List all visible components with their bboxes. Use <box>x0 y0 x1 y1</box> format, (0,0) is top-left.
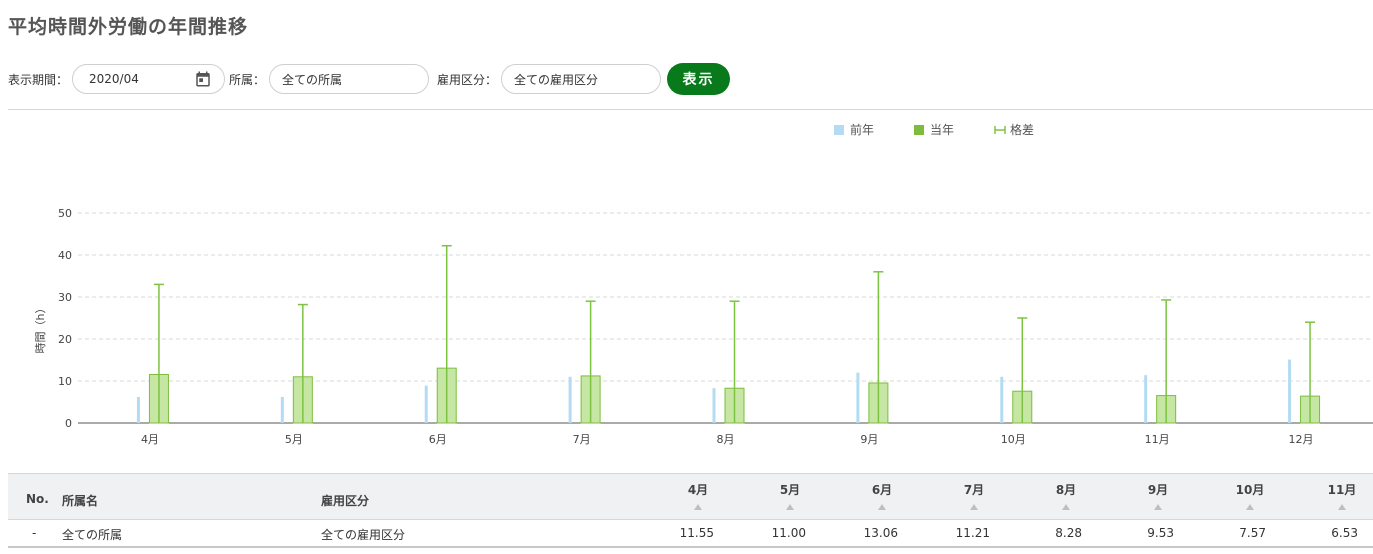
header-no: No. <box>26 492 49 506</box>
emp-select[interactable]: 全ての雇用区分 <box>501 64 662 94</box>
x-tick-label: 5月 <box>285 433 303 446</box>
period-value: 2020/04 <box>89 72 139 86</box>
page-title: 平均時間外労働の年間推移 <box>8 16 249 38</box>
x-tick-label: 11月 <box>1145 433 1170 446</box>
bar-prev <box>568 376 572 423</box>
header-month-label: 11月 <box>1327 483 1357 497</box>
sort-arrow-icon[interactable] <box>1062 504 1070 510</box>
emp-label: 雇用区分： <box>437 72 498 87</box>
bar-prev <box>712 388 716 423</box>
x-tick-label: 8月 <box>717 433 735 446</box>
header-month[interactable]: 9月 <box>1128 481 1188 510</box>
header-month-label: 8月 <box>1055 483 1077 497</box>
header-month[interactable]: 4月 <box>668 481 728 510</box>
data-table: No. 所属名 雇用区分 4月 5月 6月 7月 8月 9月 10月 11月 - 全ての所属 … <box>8 473 1373 548</box>
bar-prev <box>280 396 284 423</box>
sort-arrow-icon[interactable] <box>694 504 702 510</box>
header-month-label: 7月 <box>963 483 985 497</box>
emp-value: 全ての雇用区分 <box>514 72 599 87</box>
sort-arrow-icon[interactable] <box>786 504 794 510</box>
sort-arrow-icon[interactable] <box>1338 504 1346 510</box>
legend-curr-swatch <box>914 125 924 135</box>
show-button[interactable]: 表示 <box>667 63 731 95</box>
bar-prev <box>1144 375 1148 423</box>
table-header: No. 所属名 雇用区分 4月 5月 6月 7月 8月 9月 10月 11月 <box>8 473 1373 520</box>
header-month-label: 10月 <box>1235 483 1265 497</box>
row-month-value: 9.53 <box>1147 526 1174 540</box>
sort-arrow-icon[interactable] <box>970 504 978 510</box>
header-month[interactable]: 11月 <box>1312 481 1372 510</box>
sort-arrow-icon[interactable] <box>878 504 886 510</box>
x-tick-label: 7月 <box>573 433 591 446</box>
y-tick-label: 30 <box>58 291 72 304</box>
header-dept: 所属名 <box>62 494 99 508</box>
header-month[interactable]: 7月 <box>944 481 1004 510</box>
legend-diff-swatch <box>994 126 1006 134</box>
header-emp: 雇用区分 <box>321 494 370 508</box>
y-tick-label: 10 <box>58 375 72 388</box>
dept-select[interactable]: 全ての所属 <box>269 64 430 94</box>
sort-arrow-icon[interactable] <box>1154 504 1162 510</box>
chart-x-labels: 4月 5月 6月 7月 8月 9月 10月 11月 12月 <box>141 433 1314 446</box>
chart-bars <box>136 245 1321 424</box>
header-month-label: 6月 <box>871 483 893 497</box>
bar-prev <box>1000 376 1004 423</box>
y-tick-label: 20 <box>58 333 72 346</box>
sort-arrow-icon[interactable] <box>1246 504 1254 510</box>
row-no: - <box>32 526 37 540</box>
bar-prev <box>1288 359 1292 423</box>
row-month-value: 11.21 <box>955 526 990 540</box>
header-month-label: 9月 <box>1147 483 1169 497</box>
filter-bar: 表示期間： 2020/04 所属： 全ての所属 雇用区分： 全ての雇用区分 表示 <box>8 63 731 95</box>
row-month-value: 7.57 <box>1239 526 1266 540</box>
header-month-label: 5月 <box>779 483 801 497</box>
y-tick-label: 0 <box>65 417 72 430</box>
header-month-label: 4月 <box>687 483 709 497</box>
row-month-value: 11.00 <box>771 526 806 540</box>
y-axis-label: 時間（h） <box>34 303 47 354</box>
overtime-chart: 前年 当年 格差 時間（h） 0 10 20 30 40 50 4月 5月 6月 7月 8月 9月 1… <box>34 122 1373 446</box>
row-month-value: 8.28 <box>1055 526 1082 540</box>
header-month[interactable]: 6月 <box>852 481 912 510</box>
header-month[interactable]: 5月 <box>760 481 820 510</box>
header-month[interactable]: 8月 <box>1036 481 1096 510</box>
x-tick-label: 9月 <box>860 433 878 446</box>
table-row: - 全ての所属 全ての雇用区分 11.55 11.00 13.06 11.21 8.28… <box>8 520 1373 548</box>
dept-value: 全ての所属 <box>282 72 343 87</box>
bar-prev <box>136 396 140 423</box>
row-emp: 全ての雇用区分 <box>321 528 406 542</box>
x-tick-label: 6月 <box>429 433 447 446</box>
y-tick-label: 50 <box>58 207 72 220</box>
legend-curr-label: 当年 <box>930 123 954 137</box>
dept-label: 所属： <box>229 72 266 87</box>
bar-prev <box>856 372 860 423</box>
row-dept: 全ての所属 <box>62 528 123 542</box>
bar-prev <box>424 385 428 423</box>
header-month[interactable]: 10月 <box>1220 481 1280 510</box>
row-month-value: 11.55 <box>679 526 714 540</box>
row-month-value: 6.53 <box>1331 526 1358 540</box>
chart-legend: 前年 当年 格差 <box>834 122 1034 137</box>
legend-prev-label: 前年 <box>850 122 874 137</box>
calendar-icon[interactable] <box>194 70 212 88</box>
x-tick-label: 10月 <box>1001 433 1026 446</box>
row-month-value: 13.06 <box>863 526 898 540</box>
x-tick-label: 12月 <box>1289 433 1314 446</box>
y-tick-label: 40 <box>58 249 72 262</box>
x-tick-label: 4月 <box>141 433 159 446</box>
period-date-input[interactable]: 2020/04 <box>72 64 226 94</box>
legend-diff-label: 格差 <box>1010 122 1034 137</box>
period-label: 表示期間： <box>8 72 69 87</box>
legend-prev-swatch <box>834 125 844 135</box>
